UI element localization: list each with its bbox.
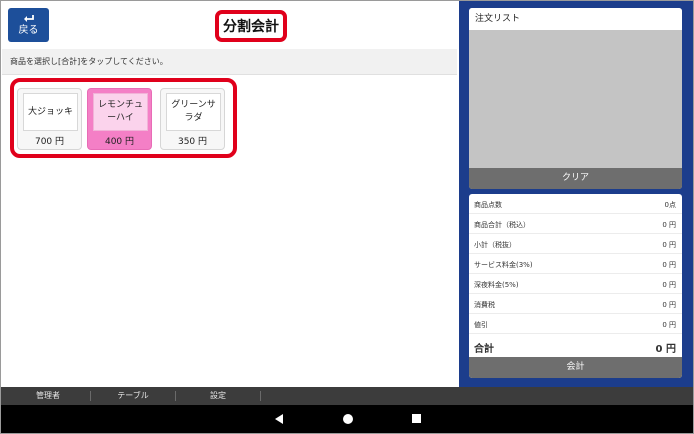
instruction-text: 商品を選択し[合計]をタップしてください。 bbox=[2, 49, 457, 75]
menu-item-table[interactable]: テーブル bbox=[90, 387, 176, 405]
back-button[interactable]: 戻る bbox=[8, 8, 49, 42]
clear-button[interactable]: クリア bbox=[469, 168, 682, 189]
right-panel: 注文リスト クリア 商品点数 0点 商品合計（税込） 0 円 小計（税抜） 0 … bbox=[459, 1, 693, 387]
nav-back-icon[interactable] bbox=[275, 414, 283, 424]
product-card-large-mug[interactable]: 大ジョッキ 700 円 bbox=[17, 88, 82, 150]
summary-row-late-night-charge: 深夜料金(5%) 0 円 bbox=[469, 274, 682, 294]
page-title-frame: 分割会計 bbox=[215, 10, 287, 42]
summary-value: 0 円 bbox=[662, 241, 676, 249]
product-grid: 大ジョッキ 700 円 レモンチュ ーハイ 400 円 グリーンサ ラダ 350… bbox=[10, 78, 237, 158]
summary-label: 消費税 bbox=[474, 301, 495, 309]
product-name: 大ジョッキ bbox=[23, 93, 78, 131]
order-list-panel[interactable]: 注文リスト クリア bbox=[469, 8, 682, 189]
product-price: 400 円 bbox=[104, 137, 135, 147]
total-label: 合計 bbox=[474, 344, 494, 355]
product-price: 350 円 bbox=[177, 137, 208, 147]
nav-recents-icon[interactable] bbox=[412, 414, 421, 423]
page-title: 分割会計 bbox=[223, 19, 279, 35]
summary-row-service-charge: サービス料金(3%) 0 円 bbox=[469, 254, 682, 274]
product-price: 700 円 bbox=[34, 137, 65, 147]
summary-label: 値引 bbox=[474, 321, 488, 329]
order-list-title: 注文リスト bbox=[469, 8, 682, 30]
main-area: 戻る 分割会計 商品を選択し[合計]をタップしてください。 大ジョッキ 700 … bbox=[1, 1, 458, 387]
nav-home-icon[interactable] bbox=[343, 414, 353, 424]
product-card-lemon-chuhai[interactable]: レモンチュ ーハイ 400 円 bbox=[87, 88, 152, 150]
summary-row-discount: 値引 0 円 bbox=[469, 314, 682, 334]
summary-value: 0 円 bbox=[662, 221, 676, 229]
total-value: 0 円 bbox=[655, 344, 676, 355]
summary-row-total: 合計 0 円 bbox=[469, 334, 682, 358]
summary-value: 0 円 bbox=[662, 281, 676, 289]
menu-item-admin[interactable]: 管理者 bbox=[5, 387, 91, 405]
summary-label: 小計（税抜） bbox=[474, 241, 516, 249]
return-arrow-icon bbox=[23, 15, 34, 22]
summary-panel: 商品点数 0点 商品合計（税込） 0 円 小計（税抜） 0 円 サービス料金(3… bbox=[469, 194, 682, 378]
checkout-button[interactable]: 会計 bbox=[469, 357, 682, 378]
summary-row-item-total: 商品合計（税込） 0 円 bbox=[469, 214, 682, 234]
product-name: レモンチュ ーハイ bbox=[93, 93, 148, 131]
menu-divider bbox=[260, 391, 261, 401]
summary-value: 0 円 bbox=[662, 301, 676, 309]
summary-row-subtotal: 小計（税抜） 0 円 bbox=[469, 234, 682, 254]
summary-label: 商品合計（税込） bbox=[474, 221, 530, 229]
summary-label: サービス料金(3%) bbox=[474, 261, 533, 269]
summary-label: 商品点数 bbox=[474, 201, 502, 209]
summary-row-item-count: 商品点数 0点 bbox=[469, 194, 682, 214]
back-button-label: 戻る bbox=[18, 25, 39, 36]
product-name: グリーンサ ラダ bbox=[166, 93, 221, 131]
summary-label: 深夜料金(5%) bbox=[474, 281, 519, 289]
product-card-green-salad[interactable]: グリーンサ ラダ 350 円 bbox=[160, 88, 225, 150]
summary-value: 0 円 bbox=[662, 321, 676, 329]
bottom-menu-bar: 管理者 テーブル 設定 bbox=[1, 387, 693, 405]
menu-item-settings[interactable]: 設定 bbox=[175, 387, 261, 405]
summary-value: 0点 bbox=[664, 201, 676, 209]
android-nav-bar bbox=[1, 405, 693, 433]
summary-value: 0 円 bbox=[662, 261, 676, 269]
summary-row-tax: 消費税 0 円 bbox=[469, 294, 682, 314]
